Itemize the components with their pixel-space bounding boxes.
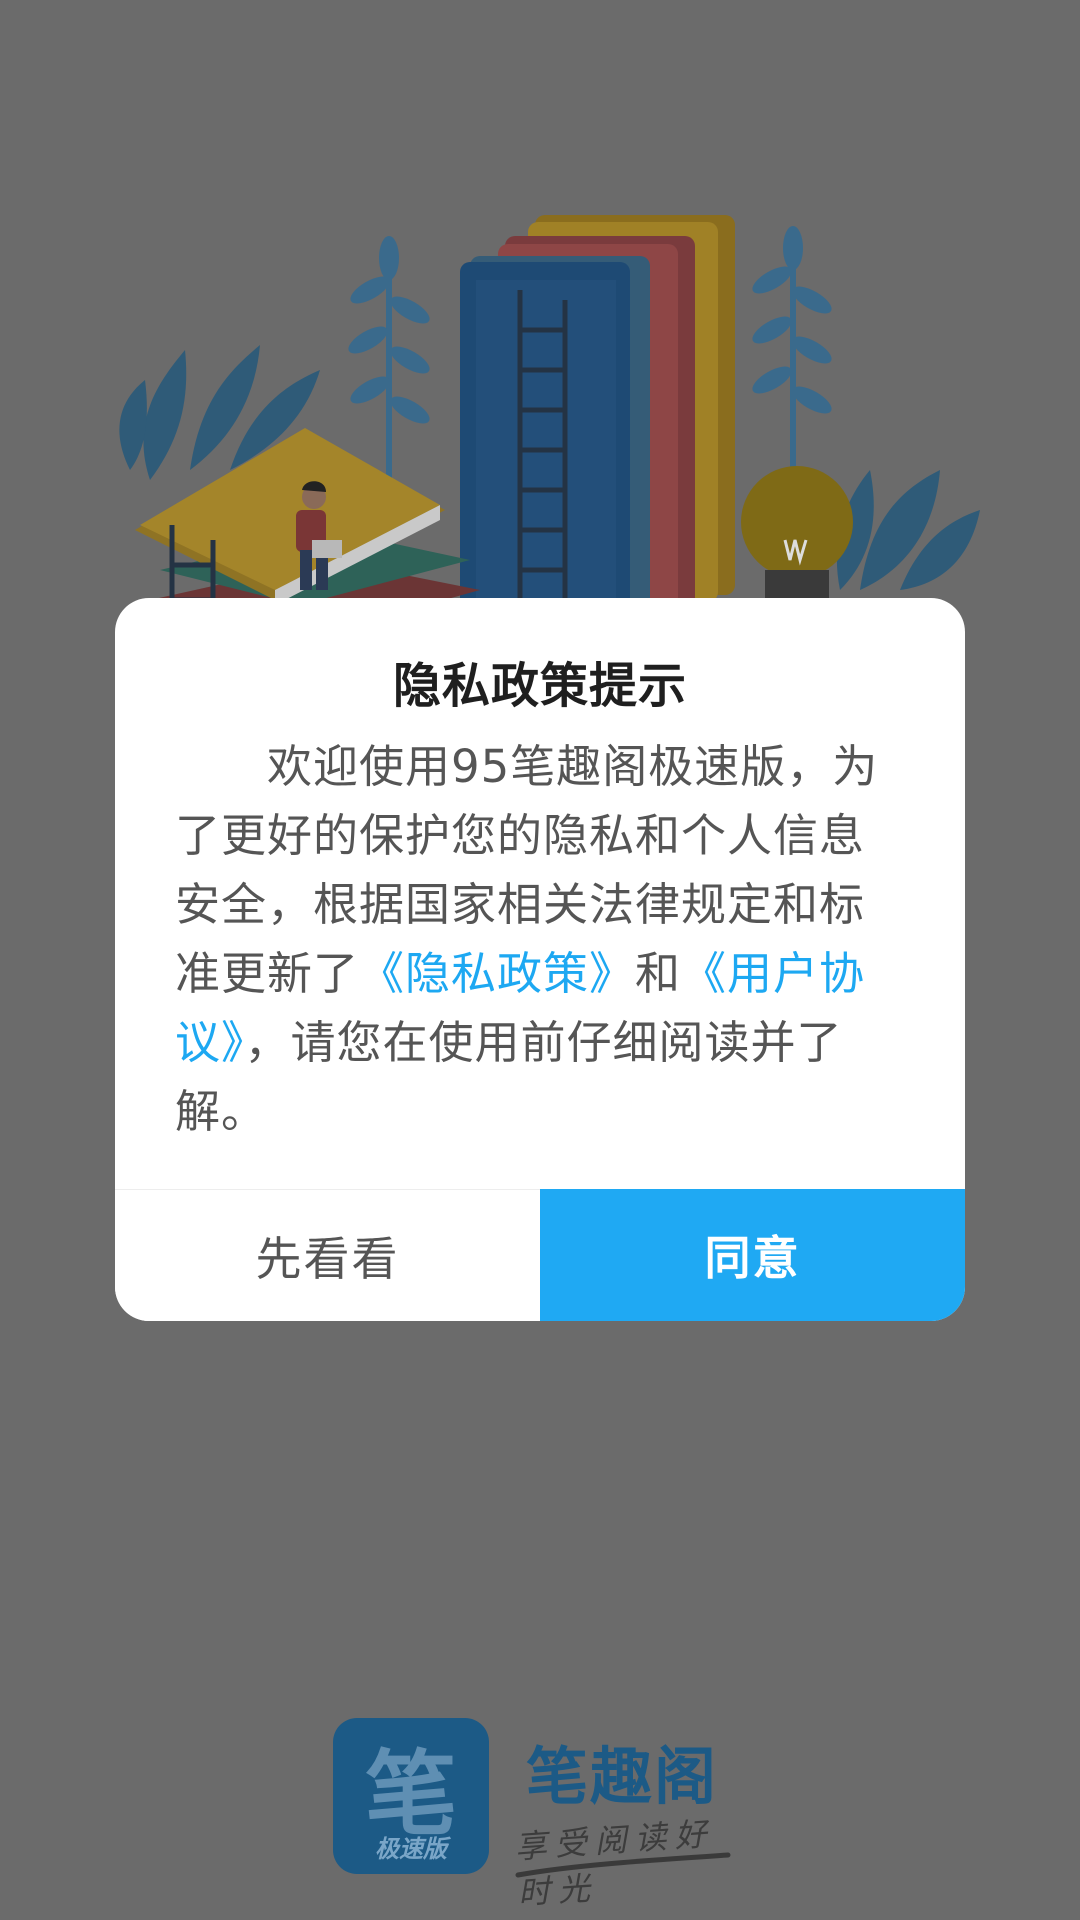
fern-right-icon bbox=[752, 226, 832, 500]
app-logo: 笔 极速版 bbox=[333, 1718, 489, 1874]
books-illustration bbox=[119, 215, 980, 640]
logo-label: 极速版 bbox=[375, 1835, 447, 1863]
message-and: 和 bbox=[635, 947, 682, 1000]
fern-left-icon bbox=[348, 236, 430, 490]
standing-books-icon bbox=[460, 215, 735, 640]
agree-button[interactable]: 同意 bbox=[540, 1189, 965, 1321]
look-first-button[interactable]: 先看看 bbox=[115, 1189, 540, 1321]
privacy-policy-dialog: 隐私政策提示 欢迎使用95笔趣阁极速版，为了更好的保护您的隐私和个人信息安全，根… bbox=[115, 598, 965, 1321]
dialog-buttons: 先看看 同意 bbox=[115, 1189, 965, 1321]
privacy-policy-link[interactable]: 《隐私政策》 bbox=[359, 947, 635, 1000]
brush-stroke-icon bbox=[515, 1852, 731, 1878]
message-outro: ，请您在使用前仔细阅读并了解。 bbox=[175, 1016, 843, 1138]
dialog-message: 欢迎使用95笔趣阁极速版，为了更好的保护您的隐私和个人信息安全，根据国家相关法律… bbox=[175, 732, 905, 1146]
brand-footer: 笔 极速版 笔趣阁 享受阅读好时光 bbox=[333, 1718, 753, 1912]
dialog-title: 隐私政策提示 bbox=[392, 658, 687, 714]
leaf-plant-right-icon bbox=[836, 470, 980, 590]
brand-name: 笔趣阁 bbox=[526, 1740, 719, 1813]
